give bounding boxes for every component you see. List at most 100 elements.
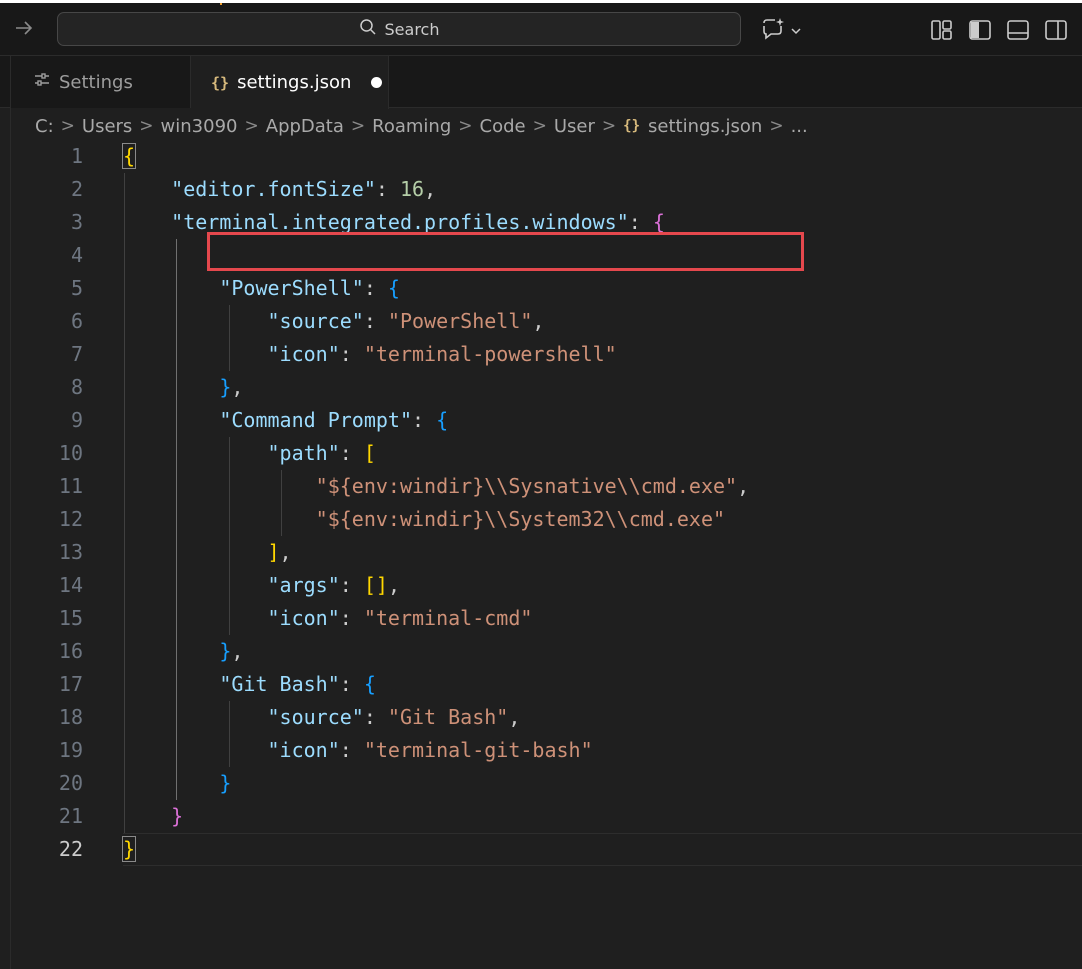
code-token: : <box>628 210 653 234</box>
code-text: "path": [ <box>123 437 376 470</box>
code-line[interactable]: 13 ], <box>11 536 1082 569</box>
chevron-right-icon: > <box>350 116 366 136</box>
code-line[interactable]: 18 "source": "Git Bash", <box>11 701 1082 734</box>
code-token: "path" <box>267 441 340 465</box>
code-token: { <box>121 143 137 169</box>
code-token: "Git Bash" <box>219 672 340 696</box>
code-line[interactable]: 19 "icon": "terminal-git-bash" <box>11 734 1082 767</box>
code-text: "source": "Git Bash", <box>123 701 521 734</box>
code-token: "Command Prompt" <box>219 408 412 432</box>
code-token: "${env:windir}\\System32\\cmd.exe" <box>315 507 726 531</box>
code-line[interactable]: 15 "icon": "terminal-cmd" <box>11 602 1082 635</box>
code-token: : <box>339 342 364 366</box>
copilot-chat-icon <box>760 17 786 45</box>
code-line[interactable]: 21 } <box>11 800 1082 833</box>
forward-arrow-icon[interactable] <box>12 17 36 41</box>
line-number: 17 <box>58 672 83 696</box>
tab-settings-json[interactable]: {} settings.json <box>191 56 389 109</box>
code-line[interactable]: 17 "Git Bash": { <box>11 668 1082 701</box>
code-text: ], <box>123 536 292 569</box>
code-line[interactable]: 16 }, <box>11 635 1082 668</box>
line-number: 15 <box>58 606 83 630</box>
toggle-primary-sidebar-icon[interactable] <box>968 18 992 42</box>
code-line[interactable]: 12 "${env:windir}\\System32\\cmd.exe" <box>11 503 1082 536</box>
code-token: "PowerShell" <box>387 309 533 333</box>
code-line[interactable]: 2 "editor.fontSize": 16, <box>11 173 1082 206</box>
code-token: [ <box>363 441 376 465</box>
code-token: : <box>339 606 364 630</box>
code-token: } <box>171 804 184 828</box>
breadcrumb-item[interactable]: C: <box>35 116 54 137</box>
breadcrumb-item[interactable]: Code <box>480 116 526 137</box>
code-line[interactable]: 7 "icon": "terminal-powershell" <box>11 338 1082 371</box>
code-line[interactable]: 10 "path": [ <box>11 437 1082 470</box>
code-token: : <box>339 573 364 597</box>
line-number: 14 <box>58 573 83 597</box>
chevron-right-icon: > <box>532 116 547 136</box>
line-number: 18 <box>58 705 83 729</box>
code-token: "terminal-powershell" <box>363 342 617 366</box>
code-token: "source" <box>267 309 364 333</box>
title-bar: Search <box>0 0 1082 56</box>
code-line[interactable]: 14 "args": [], <box>11 569 1082 602</box>
code-token: : <box>339 672 364 696</box>
breadcrumb-item[interactable]: Roaming <box>372 116 451 137</box>
code-token: , <box>737 474 750 498</box>
code-text: "args": [], <box>123 569 400 602</box>
code-line[interactable]: 6 "source": "PowerShell", <box>11 305 1082 338</box>
command-center-search[interactable]: Search <box>57 12 741 46</box>
code-line[interactable]: 20 } <box>11 767 1082 800</box>
code-token: "icon" <box>267 342 340 366</box>
code-token: "${env:windir}\\Sysnative\\cmd.exe" <box>315 474 738 498</box>
chevron-right-icon: > <box>60 116 75 136</box>
code-token: : <box>375 177 400 201</box>
code-token: "terminal.integrated.profiles.windows" <box>171 210 629 234</box>
breadcrumb-item[interactable]: Users <box>82 116 132 137</box>
code-token: "PowerShell" <box>219 276 364 300</box>
code-line[interactable]: 1{ <box>11 140 1082 173</box>
code-text: "source": "PowerShell", <box>123 305 545 338</box>
code-line[interactable]: 5 "PowerShell": { <box>11 272 1082 305</box>
toggle-panel-icon[interactable] <box>1006 18 1030 42</box>
chevron-down-icon <box>790 22 802 41</box>
copilot-menu-button[interactable] <box>760 18 802 44</box>
search-label: Search <box>384 19 440 39</box>
breadcrumb-item[interactable]: ... <box>791 116 808 137</box>
chevron-right-icon: > <box>458 116 473 136</box>
code-line[interactable]: 11 "${env:windir}\\Sysnative\\cmd.exe", <box>11 470 1082 503</box>
tab-label: Settings <box>59 71 133 93</box>
breadcrumb-item[interactable]: win3090 <box>161 116 238 137</box>
breadcrumb-item[interactable]: AppData <box>266 116 344 137</box>
customize-layout-icon[interactable] <box>930 18 954 42</box>
code-token: , <box>532 309 545 333</box>
chevron-right-icon: > <box>769 116 784 136</box>
code-line[interactable]: 9 "Command Prompt": { <box>11 404 1082 437</box>
code-line[interactable]: 8 }, <box>11 371 1082 404</box>
code-token: , <box>424 177 437 201</box>
code-token: : <box>339 441 364 465</box>
code-text: "icon": "terminal-git-bash" <box>123 734 593 767</box>
code-token: "source" <box>267 705 364 729</box>
line-number: 7 <box>70 342 83 366</box>
unsaved-changes-dot[interactable] <box>371 77 383 88</box>
code-token: , <box>508 705 521 729</box>
code-token: "Git Bash" <box>387 705 509 729</box>
code-token: : <box>411 408 437 432</box>
breadcrumb-item[interactable]: User <box>554 116 595 137</box>
line-number: 4 <box>70 243 83 267</box>
code-line[interactable]: 22} <box>11 833 1082 866</box>
toggle-secondary-sidebar-icon[interactable] <box>1044 18 1068 42</box>
code-token: } <box>219 771 232 795</box>
tab-settings[interactable]: Settings <box>11 56 191 108</box>
tab-label: settings.json <box>237 72 352 93</box>
breadcrumb-item[interactable]: settings.json <box>648 116 762 137</box>
layout-controls <box>930 18 1068 42</box>
